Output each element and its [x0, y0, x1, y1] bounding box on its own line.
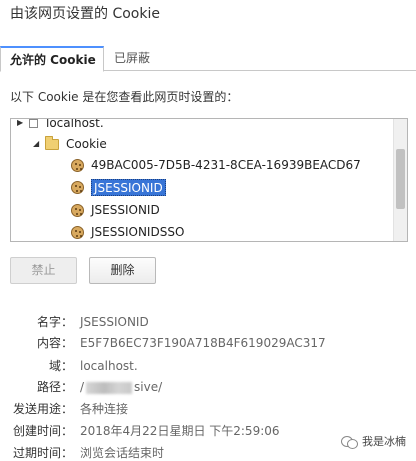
cookie-tree[interactable]: ▶ localhost. ◢ Cookie 49BAC005-7D5B-4231… — [10, 118, 408, 242]
created-value: 2018年4月22日星期日 下午2:59:06 — [80, 424, 280, 438]
cookie-label: JSESSIONIDSSO — [91, 225, 185, 239]
sendfor-value: 各种连接 — [80, 402, 129, 416]
expires-label: 过期时间： — [12, 446, 73, 460]
tree-item-cookie[interactable]: 49BAC005-7D5B-4231-8CEA-16939BEACD67 — [71, 154, 361, 176]
cookie-label: JSESSIONID — [91, 203, 160, 217]
name-label: 名字： — [36, 315, 73, 329]
domain-value: localhost. — [80, 359, 138, 373]
tree-row-folder[interactable]: ◢ Cookie — [33, 133, 107, 155]
tree-item-cookie-selected[interactable]: JSESSIONID — [71, 176, 166, 198]
redacted-region — [86, 381, 133, 394]
path-prefix: / — [80, 380, 85, 394]
watermark-text: 我是冰楠 — [362, 435, 406, 448]
triangle-down-icon[interactable]: ▶ — [17, 119, 29, 134]
name-value: JSESSIONID — [80, 315, 149, 329]
delete-button[interactable]: 删除 — [89, 257, 156, 284]
domain-label: 域： — [48, 359, 73, 373]
tab-allowed-cookies[interactable]: 允许的 Cookie — [0, 46, 104, 72]
tree-item-cookie[interactable]: JSESSIONIDSSO — [71, 221, 185, 241]
expires-value: 浏览会话结束时 — [80, 446, 165, 460]
tree-scrollbar[interactable] — [393, 119, 407, 241]
folder-icon — [45, 135, 59, 150]
tree-item-cookie[interactable]: JSESSIONID — [71, 199, 160, 221]
detail-row-domain: 域： localhost. — [0, 356, 416, 376]
page-icon — [29, 119, 38, 128]
scrollbar-thumb[interactable] — [396, 149, 405, 209]
content-value: E5F7B6EC73F190A718B4F619029AC317 — [80, 336, 326, 350]
dialog-title: 由该网页设置的 Cookie — [10, 6, 160, 22]
detail-row-path: 路径： / sive/ — [0, 377, 416, 397]
cookie-label: JSESSIONID — [91, 178, 166, 196]
intro-text: 以下 Cookie 是在您查看此网页时设置的： — [10, 90, 239, 104]
watermark: 我是冰楠 — [341, 433, 406, 449]
cookie-icon — [71, 158, 84, 172]
wechat-icon — [341, 435, 358, 449]
detail-row-name: 名字： JSESSIONID — [0, 312, 416, 332]
cookie-label: 49BAC005-7D5B-4231-8CEA-16939BEACD67 — [91, 158, 361, 172]
tab-bar: 允许的 Cookie 已屏蔽 — [0, 46, 416, 72]
host-label: localhost. — [46, 118, 104, 130]
detail-row-content: 内容： E5F7B6EC73F190A718B4F619029AC317 — [0, 333, 416, 353]
cookie-icon — [71, 225, 84, 239]
triangle-down-icon[interactable]: ◢ — [33, 133, 45, 155]
path-value: / sive/ — [80, 377, 162, 397]
content-label: 内容： — [36, 336, 73, 350]
tree-row-host[interactable]: ▶ localhost. — [17, 118, 104, 134]
created-label: 创建时间： — [12, 424, 73, 438]
folder-label: Cookie — [66, 137, 107, 151]
block-button[interactable]: 禁止 — [10, 257, 77, 284]
cookie-icon — [71, 203, 84, 217]
detail-row-sendfor: 发送用途： 各种连接 — [0, 399, 416, 419]
cookie-icon — [71, 180, 84, 194]
tab-blocked[interactable]: 已屏蔽 — [104, 46, 160, 71]
path-label: 路径： — [36, 380, 73, 394]
sendfor-label: 发送用途： — [12, 402, 73, 416]
path-suffix: sive/ — [134, 380, 163, 394]
